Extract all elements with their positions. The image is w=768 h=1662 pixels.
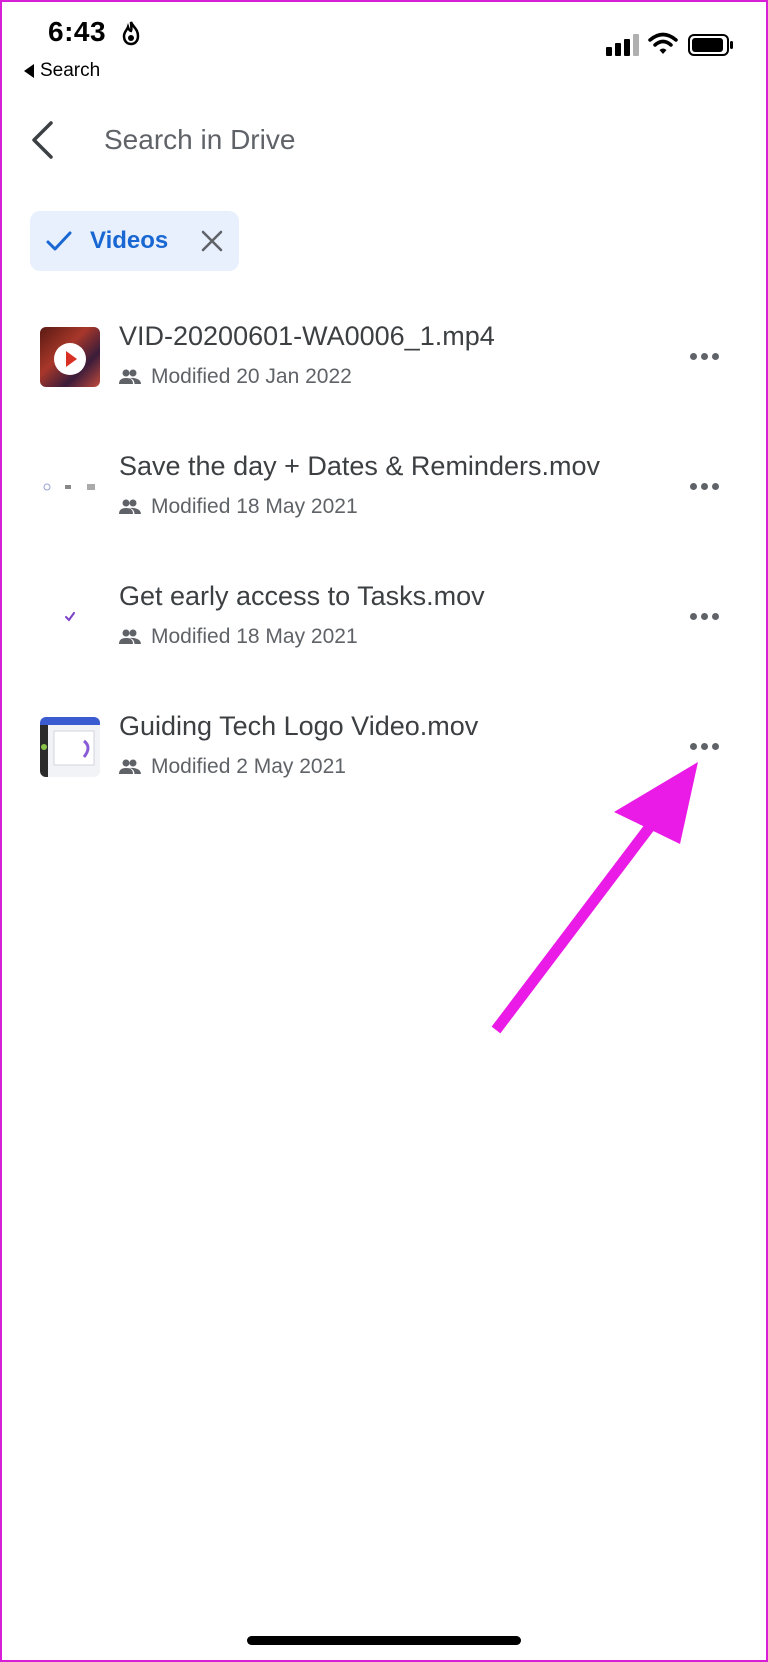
video-thumbnail <box>40 717 100 777</box>
more-options-icon <box>689 352 697 360</box>
video-thumbnail <box>40 587 100 647</box>
home-indicator <box>247 1636 521 1645</box>
thumbnail-content <box>40 717 100 777</box>
back-arrow-icon <box>32 121 53 159</box>
file-name: Get early access to Tasks.mov <box>119 581 485 611</box>
video-thumbnail <box>40 327 100 387</box>
shared-people-icon <box>119 629 141 644</box>
more-options-button[interactable] <box>684 471 724 501</box>
check-icon <box>46 231 72 251</box>
more-options-button[interactable] <box>684 731 724 761</box>
file-row[interactable]: VID-20200601-WA0006_1.mp4 Modified 20 Ja… <box>0 321 768 437</box>
filter-chip-videos[interactable]: Videos <box>30 211 239 271</box>
return-label: Search <box>40 60 101 81</box>
return-to-search-link[interactable]: Search <box>24 60 100 82</box>
more-options-icon <box>689 482 697 490</box>
status-time: 6:43 <box>48 16 107 47</box>
file-meta: Modified 20 Jan 2022 <box>119 365 352 389</box>
shared-people-icon <box>119 499 141 514</box>
play-icon <box>54 343 86 375</box>
file-name: Guiding Tech Logo Video.mov <box>119 711 479 741</box>
more-options-icon <box>689 612 697 620</box>
shared-people-icon <box>119 759 141 774</box>
shared-people-icon <box>119 369 141 384</box>
more-options-button[interactable] <box>684 601 724 631</box>
back-button[interactable] <box>24 118 60 162</box>
file-name: VID-20200601-WA0006_1.mp4 <box>119 321 495 351</box>
battery-icon <box>688 34 733 56</box>
file-meta: Modified 2 May 2021 <box>119 755 346 779</box>
close-icon[interactable] <box>199 228 225 254</box>
file-meta: Modified 18 May 2021 <box>119 495 358 519</box>
search-input[interactable]: Search in Drive <box>104 124 295 156</box>
more-options-button[interactable] <box>684 341 724 371</box>
modified-date: Modified 18 May 2021 <box>151 625 358 648</box>
wifi-icon <box>648 32 678 54</box>
file-name: Save the day + Dates & Reminders.mov <box>119 451 600 481</box>
fire-icon <box>122 21 140 46</box>
file-row[interactable]: Save the day + Dates & Reminders.mov Mod… <box>0 451 768 567</box>
filter-chip-label: Videos <box>90 227 169 254</box>
cellular-signal-icon <box>606 34 639 56</box>
back-triangle-icon <box>24 64 34 78</box>
file-row[interactable]: Guiding Tech Logo Video.mov Modified 2 M… <box>0 711 768 827</box>
more-options-icon <box>689 742 697 750</box>
thumbnail-content <box>43 483 95 491</box>
thumbnail-content <box>65 612 75 622</box>
video-thumbnail <box>40 457 100 517</box>
file-row[interactable]: Get early access to Tasks.mov Modified 1… <box>0 581 768 697</box>
modified-date: Modified 20 Jan 2022 <box>151 365 352 388</box>
modified-date: Modified 18 May 2021 <box>151 495 358 518</box>
modified-date: Modified 2 May 2021 <box>151 755 346 778</box>
file-meta: Modified 18 May 2021 <box>119 625 358 649</box>
